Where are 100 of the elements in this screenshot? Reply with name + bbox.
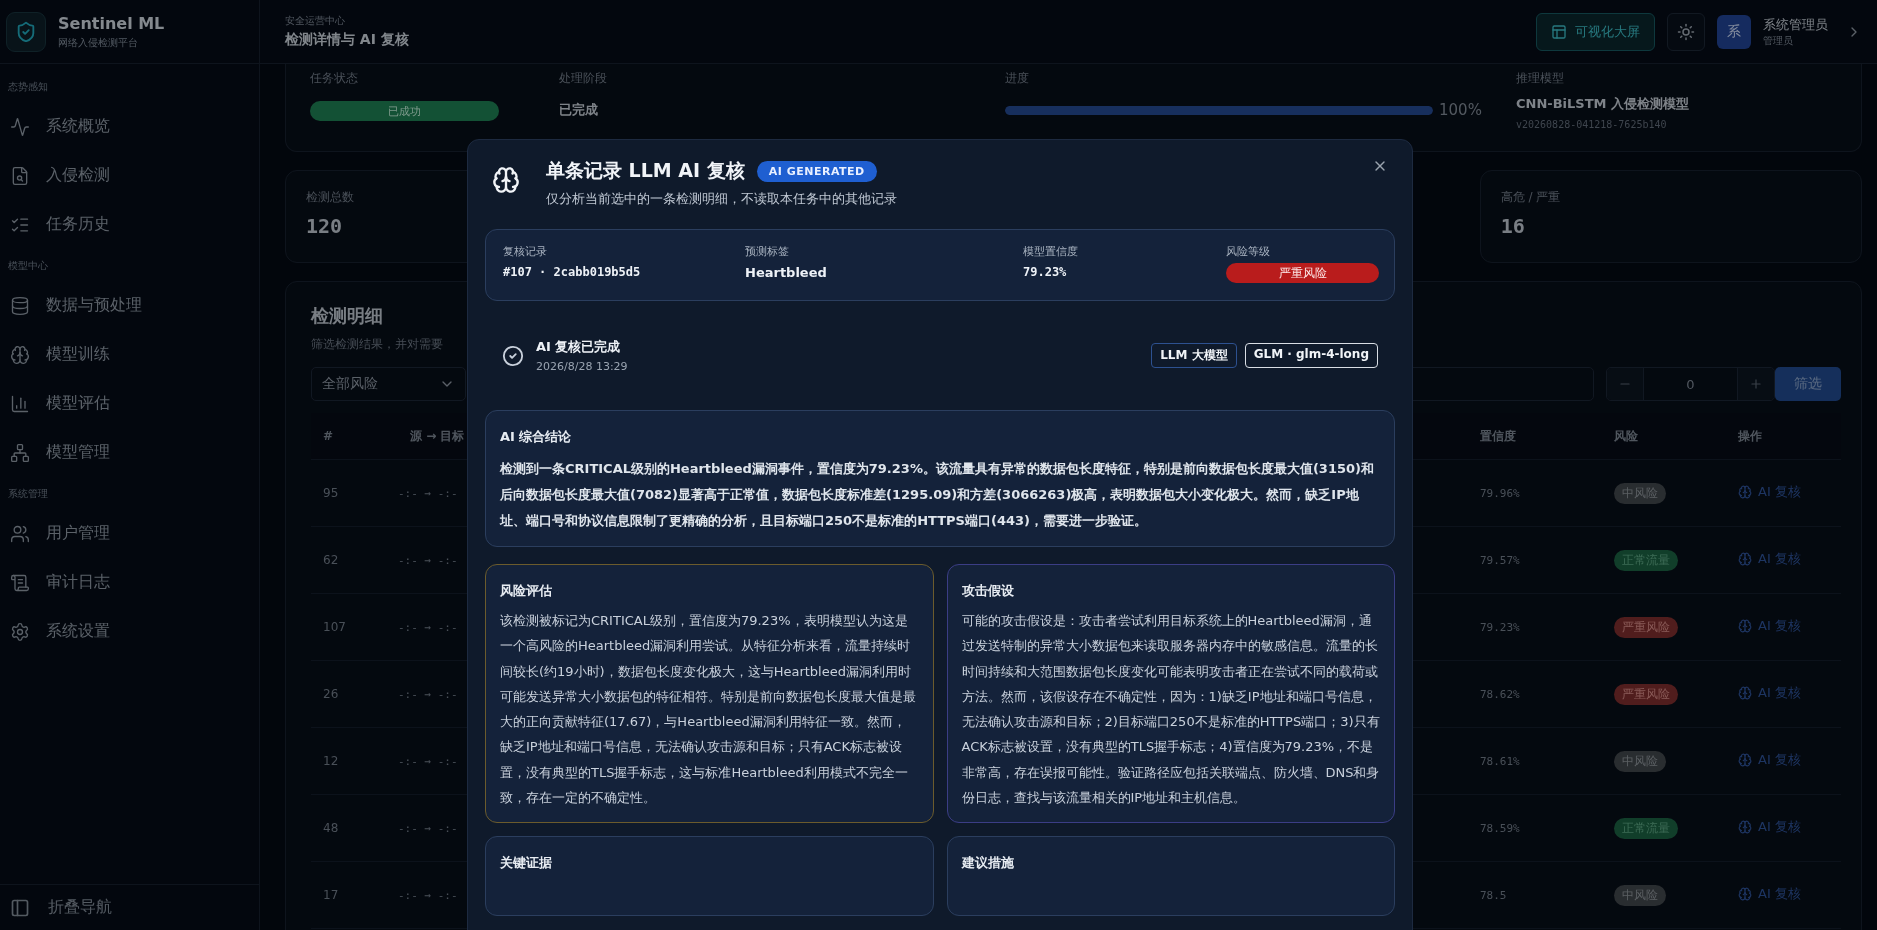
ai-generated-badge: AI GENERATED (756, 160, 877, 182)
risk-select[interactable]: 全部风险 (311, 367, 466, 401)
status-pill: 已成功 (310, 101, 499, 121)
user-avatar: 系 (1717, 14, 1751, 49)
table-cell: 12 (323, 754, 339, 768)
nav-section-title: 系统管理 (7, 487, 49, 501)
nav-icon (10, 393, 30, 414)
table-cell: -:- → -:- (398, 553, 458, 567)
table-cell: 62 (323, 553, 339, 567)
summary-value: Heartbleed (745, 265, 828, 280)
field-label: 进度 (1005, 70, 1029, 87)
column-header: 风险 (1614, 427, 1638, 445)
sidebar-item[interactable]: 模型管理 (0, 428, 259, 477)
card-title: 关键证据 (500, 854, 553, 873)
table-cell: 17 (323, 888, 339, 902)
summary-label: 风险等级 (1226, 244, 1271, 259)
nav-icon (10, 116, 30, 137)
sidebar-item[interactable]: 入侵检测 (0, 151, 259, 200)
ai-review-link[interactable]: AI 复核 (1738, 684, 1801, 702)
sidebar-item[interactable]: 任务历史 (0, 200, 259, 249)
brain-icon (1738, 619, 1752, 633)
dialog-title: 单条记录 LLM AI 复核 (546, 158, 745, 183)
summary-value: 79.23% (1023, 265, 1068, 279)
page-title: 检测详情与 AI 复核 (285, 31, 409, 49)
nav-icon (10, 165, 30, 186)
column-header: 源 → 目标 (410, 427, 465, 445)
panel-title: 检测明细 (311, 304, 384, 328)
panel-subtitle: 筛选检测结果，并对需要 (311, 336, 443, 353)
card-text: 该检测被标记为CRITICAL级别，置信度为79.23%，表明模型认为这是一个高风险的Heartbleed漏洞利用尝试。从特征分析来看，流量持续时间较长(约19小时)，数据包长度变化极大，这与Heartbleed漏洞利用时可能发送异常大小数据包的特征相符。特别是前向数据包长度最大值是最大的正向贡献特征(17.67)，与Heartbleed漏洞利用特征一致。然而，缺乏IP地址和端口号信息，无法确认攻击源和目标；只有ACK标志被设置，没有典型的TLS握手标志，这与标准Heartbleed利用模式不完全一致，存在一定的不确定性。 (500, 612, 917, 808)
column-header: 置信度 (1480, 427, 1516, 445)
dialog-subtitle: 仅分析当前选中的一条检测明细，不读取本任务中的其他记录 (546, 190, 897, 208)
review-status: AI 复核已完成 (536, 338, 622, 356)
sidebar-item[interactable]: 用户管理 (0, 509, 259, 558)
brain-icon (1738, 887, 1752, 901)
stat-value: 120 (306, 214, 344, 238)
table-cell: -:- → -:- (398, 486, 458, 500)
table-cell: 78.59% (1480, 821, 1520, 835)
nav-section-title: 模型中心 (7, 259, 49, 273)
table-cell: 78.61% (1480, 754, 1520, 768)
progress-reading: 100% (1439, 101, 1482, 119)
table-cell: 79.57% (1480, 553, 1520, 567)
sidebar-item[interactable]: 系统概览 (0, 102, 259, 151)
collapse-nav-button[interactable]: 折叠导航 (0, 884, 259, 930)
table-cell: 26 (323, 687, 339, 701)
table-cell: 78.5 (1480, 888, 1507, 902)
stat-value: 16 (1500, 214, 1526, 238)
model-version: v20260828-041218-7625b140 (1516, 119, 1668, 130)
summary-label: 模型置信度 (1023, 244, 1079, 259)
risk-badge: 严重风险 (1226, 263, 1379, 283)
nav-icon (10, 572, 30, 593)
theme-toggle-button[interactable] (1667, 12, 1705, 51)
ai-review-link[interactable]: AI 复核 (1738, 818, 1801, 836)
table-cell: 107 (323, 620, 346, 634)
sidebar-item[interactable]: 审计日志 (0, 558, 259, 607)
brain-icon (1738, 686, 1752, 700)
summary-value: #107 · 2cabb019b5d5 (503, 265, 642, 279)
nav-icon (10, 295, 30, 316)
summary-label: 预测标签 (745, 244, 790, 259)
stage-value: 已完成 (559, 101, 599, 119)
user-name: 系统管理员 (1763, 15, 1828, 34)
model-tag: LLM 大模型 (1151, 343, 1237, 368)
ai-review-link[interactable]: AI 复核 (1738, 885, 1801, 903)
layout-icon (1551, 23, 1567, 40)
table-cell: -:- → -:- (398, 620, 458, 634)
field-label: 处理阶段 (559, 70, 607, 87)
brain-icon (1738, 485, 1752, 499)
conclusion-text: 检测到一条CRITICAL级别的Heartbleed漏洞事件，置信度为79.23%。该流量具有异常的数据包长度特征，特别是前向数据包长度最大值(3150)和后向数据包长度最大值(7082)显著高于正常值，数据包长度标准差(1295.09)和方差(3066263)极高，表明数据包大小变化极大。然而，缺乏IP地址、端口号和协议信息限制了更精确的分析，且目标端口250不是标准的HTTPS端口(443)，需要进一步验证。 (500, 460, 1375, 530)
summary-label: 复核记录 (503, 244, 548, 259)
sidebar-item[interactable]: 系统设置 (0, 607, 259, 656)
field-label: 推理模型 (1516, 70, 1564, 87)
table-cell: 78.62% (1480, 687, 1520, 701)
sidebar-item[interactable]: 数据与预处理 (0, 281, 259, 330)
sidebar-item[interactable]: 模型评估 (0, 379, 259, 428)
sidebar-item[interactable]: 模型训练 (0, 330, 259, 379)
table-cell: 79.96% (1480, 486, 1520, 500)
model-tag: GLM · glm-4-long (1244, 343, 1378, 368)
table-cell: -:- → -:- (398, 754, 458, 768)
stat-label: 高危 / 严重 (1500, 189, 1561, 206)
review-time: 2026/8/28 13:29 (536, 360, 628, 373)
check-circle-icon (502, 344, 524, 367)
ai-review-link[interactable]: AI 复核 (1738, 483, 1801, 501)
filter-button[interactable]: 筛选 (1775, 367, 1841, 401)
nav-icon (10, 442, 30, 463)
model-name: CNN-BiLSTM 入侵检测模型 (1516, 95, 1691, 113)
big-screen-button[interactable]: 可视化大屏 (1536, 12, 1655, 51)
ai-review-link[interactable]: AI 复核 (1738, 550, 1801, 568)
table-cell: -:- → -:- (398, 888, 458, 902)
sun-icon (1677, 22, 1695, 41)
panel-icon (10, 897, 30, 918)
ai-review-link[interactable]: AI 复核 (1738, 751, 1801, 769)
field-label: 任务状态 (310, 70, 358, 87)
table-cell: 48 (323, 821, 339, 835)
stat-label: 检测总数 (306, 189, 354, 206)
brain-icon (1738, 753, 1752, 767)
ai-review-link[interactable]: AI 复核 (1738, 617, 1801, 635)
logo-icon (6, 11, 46, 52)
card-title: 建议措施 (961, 854, 1015, 873)
brain-icon (1738, 552, 1752, 566)
table-cell: -:- → -:- (398, 821, 458, 835)
user-role: 管理员 (1763, 33, 1794, 48)
